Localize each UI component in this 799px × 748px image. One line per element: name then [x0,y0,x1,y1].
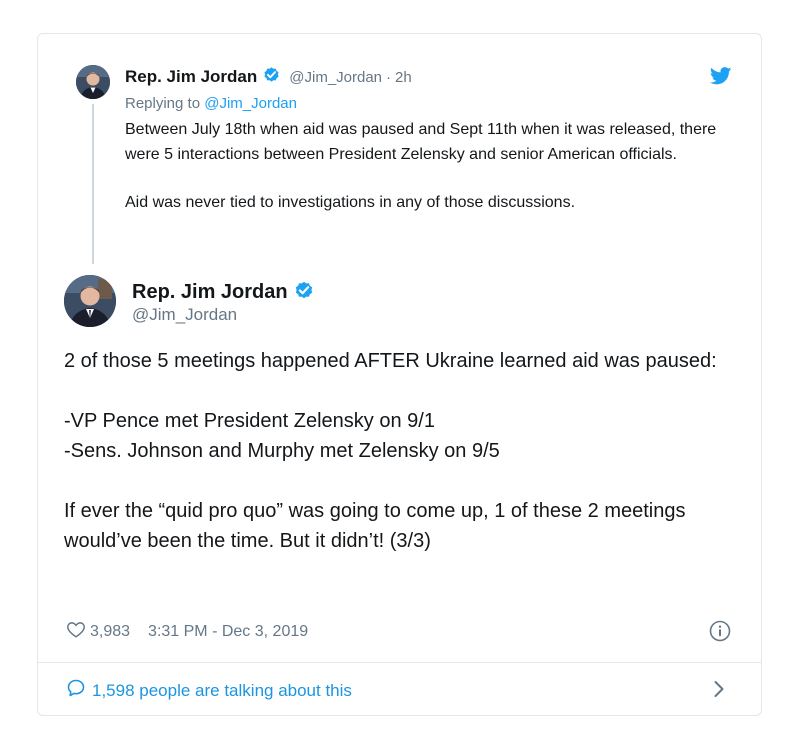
info-icon[interactable] [709,620,731,642]
replying-prefix: Replying to [125,95,205,112]
replying-to-handle-link[interactable]: @Jim_Jordan [204,95,297,112]
parent-tweet-time[interactable]: 2h [395,69,412,86]
parent-tweet-text: Between July 18th when aid was paused an… [125,118,735,216]
verified-badge-icon [262,65,281,89]
tweet-paragraph: -VP Pence met President Zelensky on 9/1 [64,410,435,432]
tweet-paragraph: If ever the “quid pro quo” was going to … [64,500,686,552]
parent-author-name[interactable]: Rep. Jim Jordan [125,67,257,87]
tweet-paragraph: Between July 18th when aid was paused an… [125,121,721,163]
twitter-bird-icon[interactable] [709,67,732,85]
main-author-handle[interactable]: @Jim_Jordan [132,305,237,325]
verified-badge-icon [293,279,315,306]
main-tweet-text: 2 of those 5 meetings happened AFTER Ukr… [64,346,734,556]
header-separator: · [386,68,392,86]
main-avatar[interactable] [64,275,116,327]
tweet-timestamp[interactable]: 3:31 PM - Dec 3, 2019 [148,623,308,641]
main-tweet-header: Rep. Jim Jordan [132,279,315,306]
talking-count-text[interactable]: 1,598 people are talking about this [92,681,352,701]
tweet-meta-row: 3,983 3:31 PM - Dec 3, 2019 [66,620,308,643]
footer-divider [38,662,761,663]
conversation-link[interactable]: 1,598 people are talking about this [66,678,352,703]
chevron-right-icon[interactable] [713,679,725,699]
like-count[interactable]: 3,983 [90,623,130,641]
main-author-name[interactable]: Rep. Jim Jordan [132,281,288,304]
speech-bubble-icon [66,678,92,703]
replying-to: Replying to @Jim_Jordan [125,95,297,112]
parent-avatar[interactable] [76,65,110,99]
thread-connector-line [92,104,94,264]
embedded-tweet-card: Rep. Jim Jordan @Jim_Jordan · 2h Replyin… [37,33,762,716]
tweet-paragraph: Aid was never tied to investigations in … [125,194,576,211]
tweet-paragraph: -Sens. Johnson and Murphy met Zelensky o… [64,440,500,462]
parent-tweet-header: Rep. Jim Jordan @Jim_Jordan · 2h [125,65,412,89]
parent-author-handle[interactable]: @Jim_Jordan [289,69,382,86]
tweet-paragraph: 2 of those 5 meetings happened AFTER Ukr… [64,350,717,372]
heart-icon[interactable] [66,620,90,643]
